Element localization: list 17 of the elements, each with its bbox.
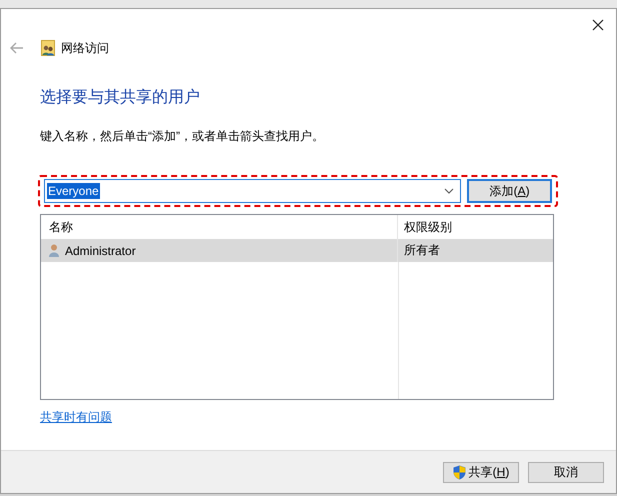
window-title: 网络访问: [61, 40, 109, 56]
permission-level: 所有者: [403, 242, 441, 259]
help-link[interactable]: 共享时有问题: [40, 409, 112, 426]
users-folder-icon: [41, 40, 55, 56]
user-name: Administrator: [65, 244, 136, 258]
cancel-button[interactable]: 取消: [528, 462, 604, 482]
user-combo-box[interactable]: Everyone: [44, 179, 462, 203]
column-header[interactable]: 权限级别: [398, 215, 553, 239]
heading: 选择要与其共享的用户: [40, 88, 201, 108]
table-row[interactable]: Administrator 所有者: [41, 239, 553, 262]
add-button[interactable]: 添加(A): [467, 179, 552, 203]
instruction-text: 键入名称，然后单击“添加”，或者单击箭头查找用户。: [40, 128, 325, 145]
share-button[interactable]: 共享(H): [443, 462, 519, 482]
close-icon[interactable]: [592, 19, 604, 31]
chevron-down-icon[interactable]: [444, 188, 454, 194]
shield-icon: [452, 464, 466, 480]
user-icon: [49, 244, 59, 257]
